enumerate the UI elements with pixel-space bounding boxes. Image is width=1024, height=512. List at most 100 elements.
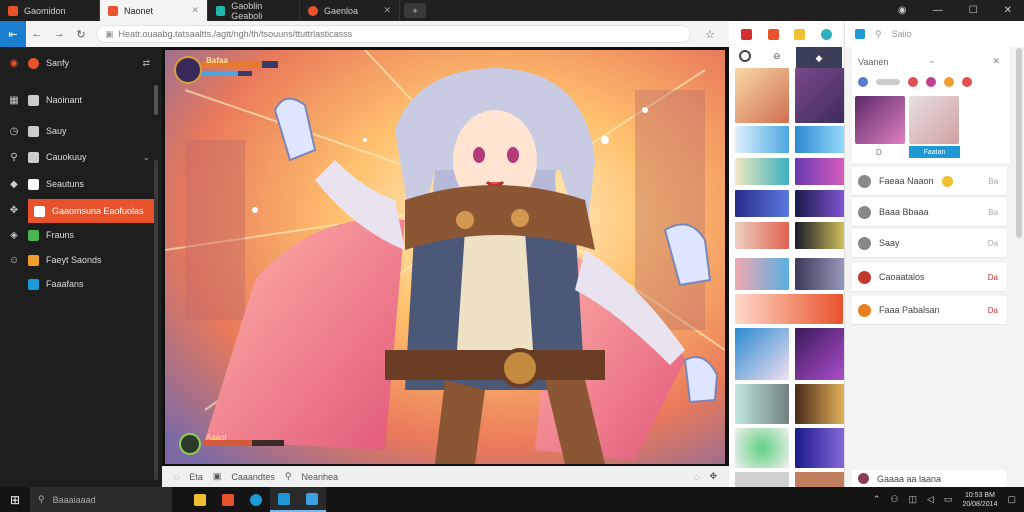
sidebar-item-3[interactable]: ◆ Seautuns [0,172,156,196]
thumb-20[interactable] [795,472,849,487]
chevron-down-icon[interactable]: ⌄ [142,152,150,163]
shuffle-icon[interactable]: ⇄ [142,58,150,69]
settings-icon[interactable] [739,50,751,62]
people-icon[interactable]: ⚇ [890,494,898,505]
chevron-up-icon[interactable]: ⌃ [873,494,881,505]
thumb-7[interactable] [795,190,849,217]
thumb-14[interactable] [795,328,849,380]
thumb-4[interactable] [735,158,789,185]
sidebar-item-6[interactable]: ☺ Faeyt Saonds [0,248,156,272]
thumb-15[interactable] [735,384,789,424]
taskbar-app-store[interactable] [214,487,242,512]
thumb-13[interactable] [735,328,789,380]
sidebar-item-1[interactable]: ◷ Sauy [0,119,156,143]
taskbar-search-input[interactable]: Baaaiaaad [53,495,96,505]
status-label-c[interactable]: Neanhea [302,472,339,482]
circle-icon[interactable] [858,77,868,87]
earth-icon[interactable] [821,28,833,40]
tab-2[interactable]: Gaoblin Geaboli [208,0,300,21]
close-icon[interactable]: ✕ [992,56,1000,67]
sidebar-item-4[interactable]: Gaaomsuna Eaofuolas [28,199,154,223]
taskbar-app-browser[interactable] [242,487,270,512]
thumb-1[interactable] [795,68,849,123]
tab-0[interactable]: Gaomidon [0,0,100,21]
status-label-b[interactable]: Caaandtes [231,472,275,482]
thumb-5[interactable] [795,158,849,185]
thumb-6[interactable] [735,190,789,217]
card-action-button[interactable]: Faatan [909,146,960,158]
thumb-11[interactable] [795,258,849,290]
bookmark-icon[interactable]: ⊖ [773,51,781,62]
list-item[interactable]: Saay Da [852,229,1006,258]
sidebar-item-0[interactable]: ▦ Naoinant [0,88,156,112]
windows-start-icon[interactable]: ⊞ [0,493,30,507]
panel-search-input[interactable]: Saiio [892,29,912,39]
thumb-18[interactable] [795,428,849,468]
flag-icon[interactable] [962,77,972,87]
thumb-8[interactable] [735,222,789,249]
sidebar-item-5[interactable]: ◈ Frauns [0,223,156,247]
maximize-button[interactable]: ☐ [969,5,978,16]
panel-scrollbar[interactable] [1016,48,1022,238]
star-icon[interactable] [944,77,954,87]
battery-icon[interactable]: ▭ [944,494,953,505]
avatar[interactable] [855,96,905,144]
sidebar-item-7[interactable]: Faaafans [0,272,156,296]
tab-3[interactable]: Gaenloa ✕ [300,0,400,21]
emoji-icon[interactable] [926,77,936,87]
list-item[interactable]: Faaa Pabalsan Da [852,296,1006,325]
sidebar-header[interactable]: ◉ Sanfy ⇄ [0,51,156,75]
list-item[interactable]: Caoaatalos Da [852,263,1006,292]
minimize-button[interactable]: — [933,5,943,16]
thumb-9[interactable] [795,222,849,249]
pin-icon[interactable]: ✥ [709,471,717,482]
clock[interactable]: 10:53 BM 20/08/2014 [962,491,997,509]
sidebar-item-puzzle[interactable]: ✥ [0,198,28,222]
notification-icon[interactable]: ▢ [1007,494,1016,505]
list-item[interactable]: Baaa Bbaaa Ba [852,198,1006,227]
thumb-16[interactable] [795,384,849,424]
tab-1[interactable]: Naonet ✕ [100,0,208,21]
thumb-10[interactable] [735,258,789,290]
forward-icon[interactable]: → [48,28,70,40]
fox-icon[interactable] [767,28,779,40]
avatar[interactable] [909,96,959,144]
panel-footer-item[interactable]: Gaaaa aa laana [852,470,1006,487]
sidebar-scroll-track[interactable] [154,160,158,480]
chevron-down-icon[interactable]: ⌄ [928,55,936,66]
back-icon[interactable]: ← [26,28,48,40]
sidebar-item-2[interactable]: ⚲ Cauokuuy ⌄ [0,145,156,169]
sidebar-scrollbar[interactable] [154,85,158,115]
star-icon[interactable] [740,28,752,40]
thumb-19[interactable] [735,472,789,487]
taskbar-app-folder[interactable] [186,487,214,512]
thumb-2[interactable] [735,126,789,153]
panel-search[interactable]: ⚲ Saiio [845,21,1024,47]
volume-icon[interactable]: ◁ [927,494,934,505]
thumb-3[interactable] [795,126,849,153]
taskbar-app-active[interactable] [298,487,326,512]
new-tab-button[interactable]: + [404,3,426,18]
close-window-button[interactable]: ✕ [1004,5,1012,16]
sidebar-toggle-icon[interactable]: ⇤ [0,21,26,47]
sidebar-item-label: Frauns [46,230,75,240]
network-icon[interactable]: ◫ [908,494,917,505]
url-input[interactable]: ▣ Heatr.ouaabg.tatsaaltts./agtt/ngh/th/t… [96,25,691,43]
thumb-17[interactable] [735,428,789,468]
heart-icon[interactable] [908,77,918,87]
globe-icon[interactable]: ◉ [898,5,907,16]
chat-icon[interactable] [794,28,806,40]
taskbar-search[interactable]: ⚲ Baaaiaaad [30,487,172,512]
close-icon[interactable]: ✕ [383,5,391,16]
thumb-header-dark[interactable]: ◆ [796,47,842,69]
thumb-0[interactable] [735,68,789,123]
close-icon[interactable]: ✕ [191,5,199,16]
list-item[interactable]: Faeaa Naaon Ba [852,167,1006,196]
dot-icon[interactable] [876,79,900,85]
star-icon[interactable]: ☆ [699,28,721,41]
chat-icon[interactable]: ◌ [174,472,179,482]
circle-icon[interactable]: ◌ [694,472,699,482]
thumb-12[interactable] [735,294,843,324]
reload-icon[interactable]: ↻ [70,28,92,41]
taskbar-app-edge[interactable] [270,487,298,512]
